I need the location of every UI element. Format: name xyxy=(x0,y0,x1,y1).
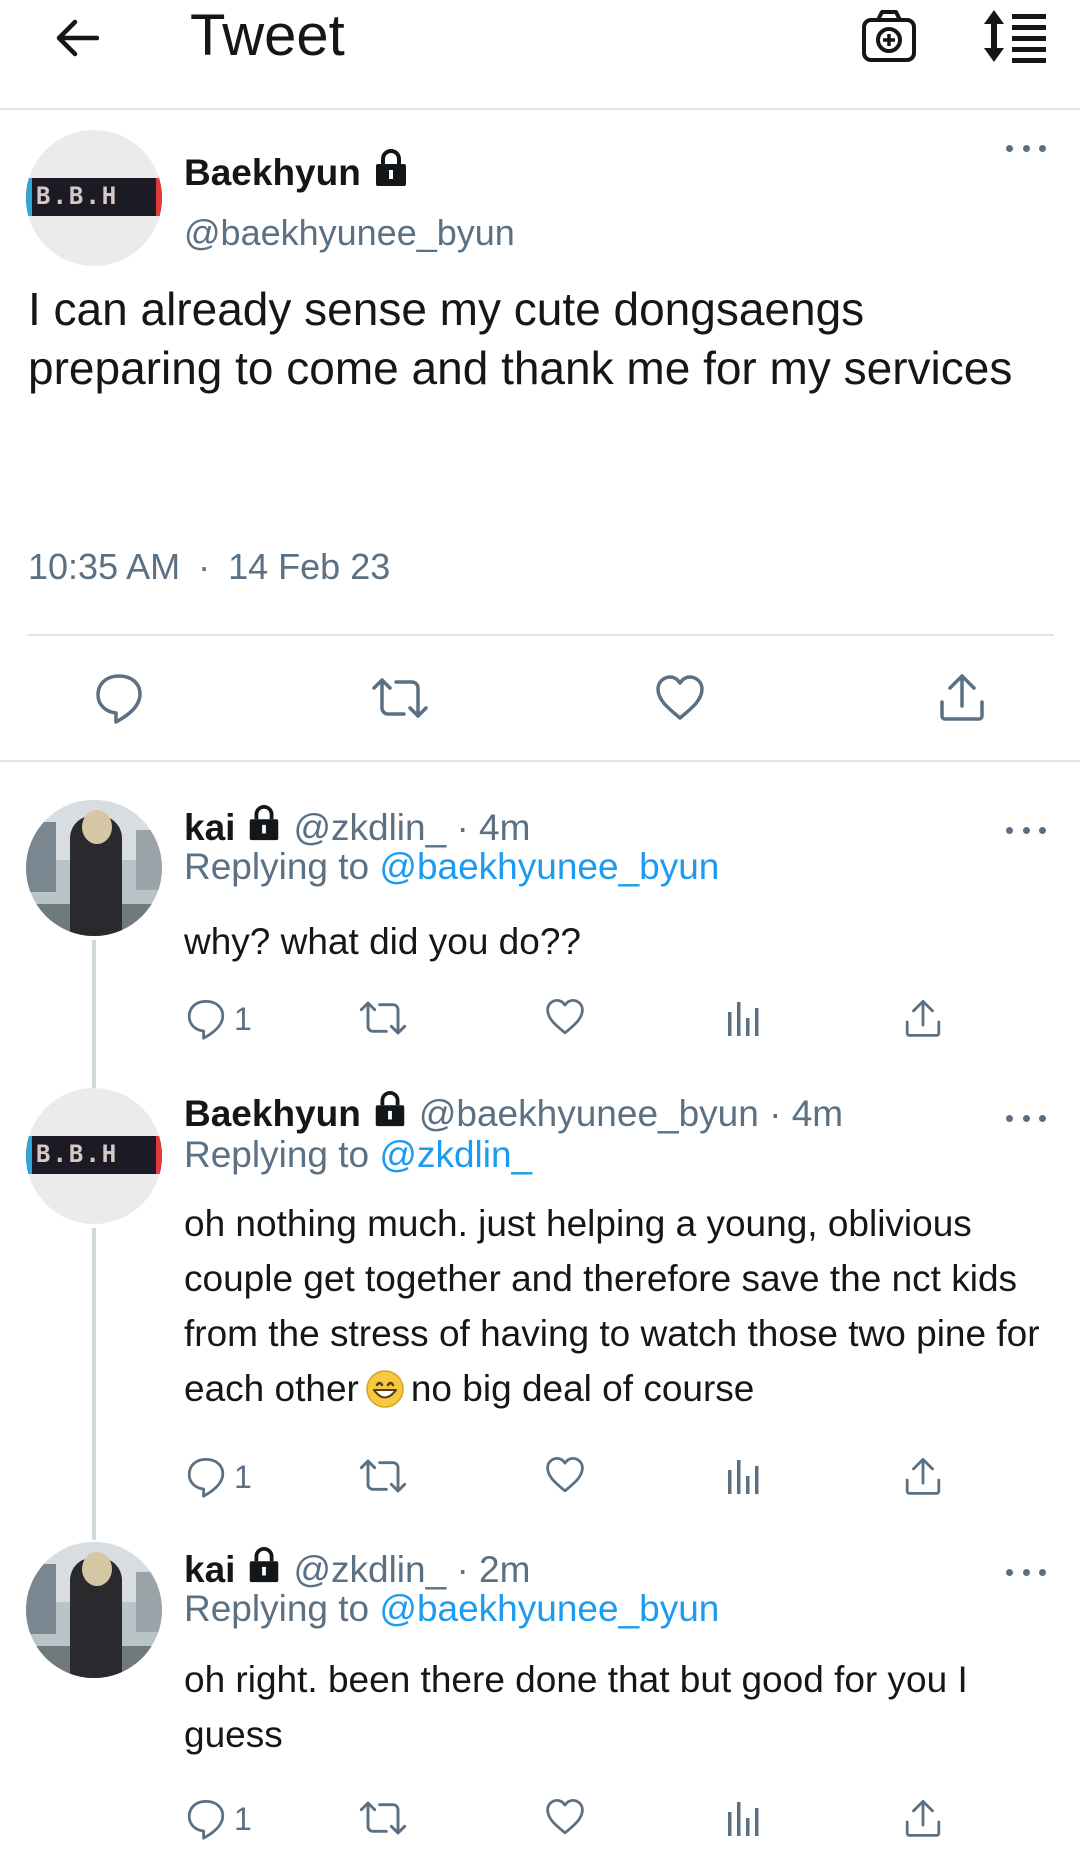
more-icon[interactable] xyxy=(1006,1108,1046,1128)
more-icon[interactable] xyxy=(1006,1562,1046,1582)
avatar[interactable] xyxy=(26,1542,162,1678)
reply-meta: @zkdlin_ · 2m xyxy=(293,1548,531,1590)
reply-icon xyxy=(187,1800,225,1840)
top-bar: Tweet xyxy=(0,0,1080,110)
reply-button[interactable]: 1 xyxy=(186,1798,252,1840)
reply-icon[interactable] xyxy=(94,672,144,724)
reply-button[interactable]: 1 xyxy=(186,1456,252,1498)
tweet-date: 14 Feb 23 xyxy=(228,546,391,587)
replying-to: Replying to @zkdlin_ xyxy=(184,1134,532,1176)
camera-icon[interactable] xyxy=(860,8,920,68)
author-handle[interactable]: @baekhyunee_byun xyxy=(184,212,515,254)
analytics-icon[interactable] xyxy=(726,1456,760,1496)
reply-text: oh nothing much. just helping a young, o… xyxy=(184,1196,1054,1416)
avatar-text: B.B.H xyxy=(36,1140,119,1168)
lock-icon xyxy=(371,1090,409,1137)
lock-icon xyxy=(245,804,283,851)
share-icon[interactable] xyxy=(904,1798,942,1838)
tweet-time: 10:35 AM xyxy=(28,546,181,587)
tweet-timestamp: 10:35 AM · 14 Feb 23 xyxy=(28,546,390,588)
like-icon[interactable] xyxy=(654,674,706,722)
share-icon[interactable] xyxy=(904,1456,942,1496)
reply-tweet[interactable]: kai @zkdlin_ · 2m Replying to @baekhyune… xyxy=(0,1542,1080,1864)
tweet-text: I can already sense my cute dongsaengs p… xyxy=(28,283,1013,394)
share-icon[interactable] xyxy=(938,672,986,722)
back-arrow-icon[interactable] xyxy=(46,8,106,68)
more-icon[interactable] xyxy=(1006,820,1046,840)
reply-text-part: no big deal of course xyxy=(410,1368,755,1409)
author-name[interactable]: kai xyxy=(184,1549,235,1591)
reply-text: oh right. been there done that but good … xyxy=(184,1659,968,1755)
avatar-text: B.B.H xyxy=(36,182,119,210)
mention-link[interactable]: @baekhyunee_byun xyxy=(379,846,719,887)
replying-prefix: Replying to xyxy=(184,1134,370,1175)
reply-count: 1 xyxy=(234,1800,252,1837)
reply-header: Baekhyun @baekhyunee_byun · 4m xyxy=(184,1090,843,1137)
author-name: Baekhyun xyxy=(184,151,361,193)
avatar[interactable]: B.B.H xyxy=(26,1088,162,1224)
reply-header: kai @zkdlin_ · 2m xyxy=(184,1546,530,1593)
reply-header: kai @zkdlin_ · 4m xyxy=(184,804,530,851)
lock-icon xyxy=(245,1546,283,1593)
reply-meta: @zkdlin_ · 4m xyxy=(293,806,531,848)
analytics-icon[interactable] xyxy=(726,1798,760,1838)
reply-meta: @baekhyunee_byun · 4m xyxy=(418,1092,844,1134)
reply-icon xyxy=(187,1000,225,1040)
grinning-face-emoji xyxy=(366,1370,404,1408)
retweet-icon[interactable] xyxy=(358,1798,408,1838)
main-action-bar xyxy=(0,672,1080,732)
like-icon[interactable] xyxy=(544,1798,586,1836)
share-icon[interactable] xyxy=(904,998,942,1038)
more-icon[interactable] xyxy=(1006,138,1046,158)
author-name[interactable]: Baekhyun xyxy=(184,1093,361,1135)
author-name-row[interactable]: Baekhyun xyxy=(184,148,411,197)
like-icon[interactable] xyxy=(544,998,586,1036)
mention-link[interactable]: @zkdlin_ xyxy=(379,1134,532,1175)
reply-button[interactable]: 1 xyxy=(186,998,252,1040)
reply-count: 1 xyxy=(234,1458,252,1495)
page-title: Tweet xyxy=(190,3,345,68)
avatar[interactable]: B.B.H xyxy=(26,130,162,266)
reply-action-bar: 1 xyxy=(0,998,1080,1058)
separator-dot: · xyxy=(198,546,211,587)
reply-tweet[interactable]: kai @zkdlin_ · 4m Replying to @baekhyune… xyxy=(0,800,1080,1090)
divider xyxy=(28,634,1054,636)
sort-icon[interactable] xyxy=(980,6,1050,70)
retweet-icon[interactable] xyxy=(358,998,408,1038)
lock-icon xyxy=(371,148,411,197)
retweet-icon[interactable] xyxy=(358,1456,408,1496)
reply-icon xyxy=(187,1458,225,1498)
retweet-icon[interactable] xyxy=(370,674,430,722)
reply-tweet[interactable]: B.B.H Baekhyun @baekhyunee_byun · 4m Rep… xyxy=(0,1088,1080,1540)
reply-action-bar: 1 xyxy=(0,1798,1080,1858)
reply-count: 1 xyxy=(234,1000,252,1037)
replying-to: Replying to @baekhyunee_byun xyxy=(184,846,719,888)
replying-prefix: Replying to xyxy=(184,1588,370,1629)
replying-prefix: Replying to xyxy=(184,846,370,887)
avatar[interactable] xyxy=(26,800,162,936)
analytics-icon[interactable] xyxy=(726,998,760,1038)
reply-text: why? what did you do?? xyxy=(184,921,581,962)
replying-to: Replying to @baekhyunee_byun xyxy=(184,1588,719,1630)
reply-action-bar: 1 xyxy=(0,1456,1080,1516)
author-name[interactable]: kai xyxy=(184,807,235,849)
like-icon[interactable] xyxy=(544,1456,586,1494)
divider xyxy=(0,760,1080,762)
mention-link[interactable]: @baekhyunee_byun xyxy=(379,1588,719,1629)
